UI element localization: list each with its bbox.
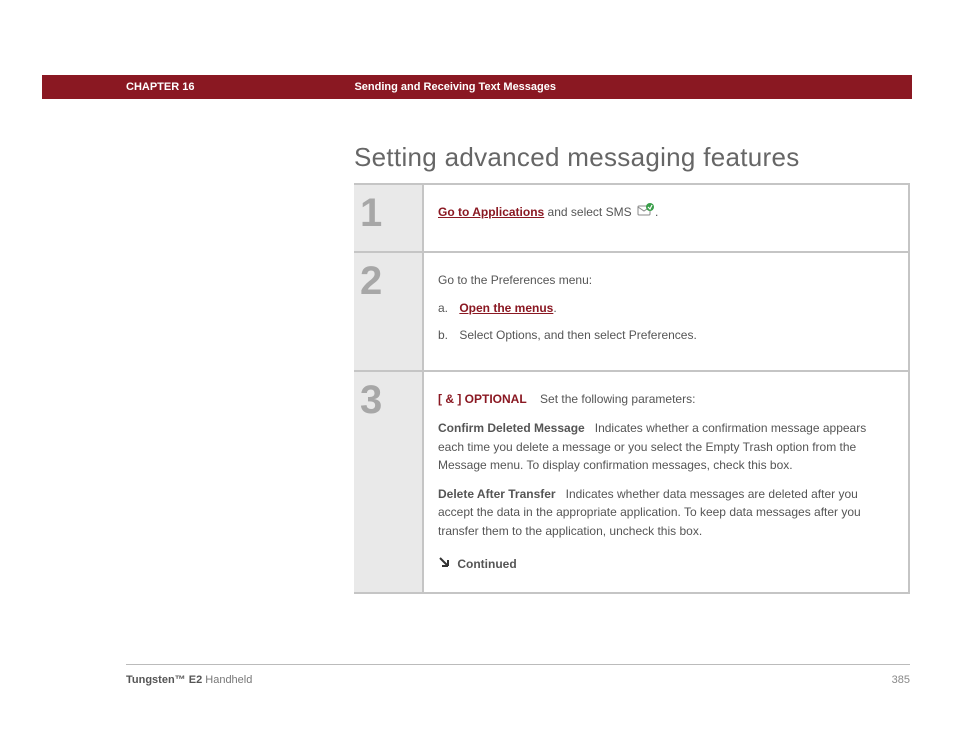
sub-step-b: b. Select Options, and then select Prefe… xyxy=(438,326,894,345)
optional-label: [ & ] OPTIONAL xyxy=(438,392,527,406)
sub-step-letter: b. xyxy=(438,326,456,345)
param-label: Delete After Transfer xyxy=(438,487,556,501)
step-content: Go to the Preferences menu: a. Open the … xyxy=(424,253,908,371)
open-the-menus-link[interactable]: Open the menus xyxy=(459,301,553,315)
step-text-period: . xyxy=(655,205,658,219)
step-number-cell: 1 xyxy=(354,185,424,251)
step-intro: Go to the Preferences menu: xyxy=(438,271,894,290)
product-name-bold: Tungsten™ E2 xyxy=(126,674,202,686)
step-content: [ & ] OPTIONAL Set the following paramet… xyxy=(424,372,908,591)
sub-step-letter: a. xyxy=(438,299,456,318)
product-name-rest: Handheld xyxy=(202,674,252,686)
page-footer: Tungsten™ E2 Handheld 385 xyxy=(126,674,910,686)
footer-rule xyxy=(126,664,910,665)
step-number: 2 xyxy=(360,261,412,301)
sub-step-after: . xyxy=(553,301,556,315)
step-row: 1 Go to Applications and select SMS . xyxy=(354,185,908,253)
step-text: Go to Applications and select SMS . xyxy=(438,203,894,223)
page-number: 385 xyxy=(892,674,910,686)
optional-text: Set the following parameters: xyxy=(540,392,695,406)
go-to-applications-link[interactable]: Go to Applications xyxy=(438,205,544,219)
arrow-down-right-icon xyxy=(438,555,450,574)
sub-step-a: a. Open the menus. xyxy=(438,299,894,318)
chapter-title[interactable]: Sending and Receiving Text Messages xyxy=(354,81,556,93)
product-name: Tungsten™ E2 Handheld xyxy=(126,674,252,686)
continued-indicator: Continued xyxy=(438,555,894,574)
step-content: Go to Applications and select SMS . xyxy=(424,185,908,251)
chapter-label: CHAPTER 16 xyxy=(126,81,194,93)
step-row: 3 [ & ] OPTIONAL Set the following param… xyxy=(354,372,908,591)
page-title: Setting advanced messaging features xyxy=(354,142,800,173)
continued-label: Continued xyxy=(457,557,516,571)
sub-step-list: a. Open the menus. b. Select Options, an… xyxy=(438,299,894,344)
sub-step-text: Select Options, and then select Preferen… xyxy=(459,328,696,342)
parameter: Confirm Deleted Message Indicates whethe… xyxy=(438,419,894,475)
step-number: 3 xyxy=(360,380,412,420)
step-number-cell: 2 xyxy=(354,253,424,371)
step-number: 1 xyxy=(360,193,412,233)
step-number-cell: 3 xyxy=(354,372,424,591)
steps-container: 1 Go to Applications and select SMS . 2 … xyxy=(354,183,910,594)
chapter-header-bar: CHAPTER 16 Sending and Receiving Text Me… xyxy=(42,75,912,99)
sms-icon xyxy=(637,203,655,223)
optional-line: [ & ] OPTIONAL Set the following paramet… xyxy=(438,390,894,409)
step-text-part: and select SMS xyxy=(544,205,635,219)
parameter: Delete After Transfer Indicates whether … xyxy=(438,485,894,541)
param-label: Confirm Deleted Message xyxy=(438,421,585,435)
step-row: 2 Go to the Preferences menu: a. Open th… xyxy=(354,253,908,373)
